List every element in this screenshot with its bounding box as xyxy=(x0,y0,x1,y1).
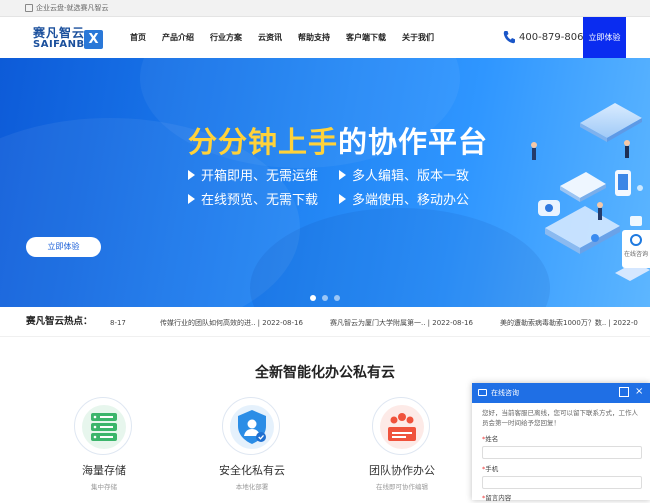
hot-news-item[interactable]: 传媒行业的团队如何高效的进.. | 2022-08-16 xyxy=(160,318,303,328)
header-try-button[interactable]: 立即体验 xyxy=(583,17,626,58)
nav-item-news[interactable]: 云资讯 xyxy=(250,17,290,58)
feature-text: 多端使用、移动办公 xyxy=(352,193,470,208)
consult-label: 在线咨询 xyxy=(623,251,648,258)
feature-card-title: 安全化私有云 xyxy=(219,464,285,477)
logo-mark: X xyxy=(84,30,103,49)
feature-item: 在线预览、无需下载 xyxy=(188,193,318,209)
hot-news-item[interactable]: 美的遭勒索病毒勒索1000万？数.. | 2022-0 xyxy=(500,318,638,328)
field-label-name: *姓名 xyxy=(482,435,498,444)
feature-item: 多人编辑、版本一致 xyxy=(339,169,469,185)
banner-try-button[interactable]: 立即体验 xyxy=(26,237,101,257)
feature-text: 多人编辑、版本一致 xyxy=(352,169,470,184)
feature-text: 在线预览、无需下载 xyxy=(201,193,319,208)
chat-widget: 在线咨询 × 您好，当前客服已离线，您可以留下联系方式，工作人员会第一时间给予您… xyxy=(472,383,650,503)
main-nav: 首页 产品介绍 行业方案 云资讯 帮助支持 客户端下载 关于我们 xyxy=(122,17,442,58)
section-title: 全新智能化办公私有云 xyxy=(255,365,395,381)
field-label-phone: *手机 xyxy=(482,465,498,474)
headline-rest: 的协作平台 xyxy=(338,125,489,159)
close-icon[interactable]: × xyxy=(635,385,643,399)
field-label-text: 手机 xyxy=(485,465,499,473)
hot-news-bar: 赛凡智云热点： 8-17 传媒行业的团队如何高效的进.. | 2022-08-1… xyxy=(0,307,650,337)
online-consult-float[interactable]: 在线咨询 xyxy=(622,230,650,268)
feature-text: 开箱即用、无需运维 xyxy=(201,169,319,184)
field-label-message: *留言内容 xyxy=(482,494,511,503)
slider-dots xyxy=(310,295,346,301)
chat-intro: 您好，当前客服已离线，您可以留下联系方式，工作人员会第一时间给予您回复！ xyxy=(482,409,638,427)
feature-card-subtitle: 本地化部署 xyxy=(235,483,269,491)
play-triangle-icon xyxy=(339,170,346,180)
team-icon xyxy=(380,405,424,449)
headset-icon xyxy=(630,234,642,246)
chat-icon xyxy=(478,389,487,396)
hot-news-label: 赛凡智云热点： xyxy=(26,316,93,327)
field-label-text: 姓名 xyxy=(485,435,499,443)
feature-item: 开箱即用、无需运维 xyxy=(188,169,318,185)
phone-number: 400-879-8066 xyxy=(519,32,590,43)
hero-banner: 分分钟上手的协作平台 开箱即用、无需运维 多人编辑、版本一致 在线预览、无需下载… xyxy=(0,58,650,307)
nav-item-support[interactable]: 帮助支持 xyxy=(290,17,338,58)
feature-item: 多端使用、移动办公 xyxy=(339,193,469,209)
nav-item-products[interactable]: 产品介绍 xyxy=(154,17,202,58)
headline-highlight: 分分钟上手 xyxy=(188,125,339,159)
hot-news-item[interactable]: 赛凡智云为厦门大学附属第一.. | 2022-08-16 xyxy=(330,318,473,328)
hot-news-item[interactable]: 8-17 xyxy=(110,318,126,328)
logo[interactable]: 赛凡智云 SAIFANBO X xyxy=(33,27,103,52)
folder-icon xyxy=(25,4,33,12)
field-label-text: 留言内容 xyxy=(485,494,512,502)
name-input[interactable] xyxy=(482,446,642,459)
team-icon xyxy=(372,397,430,455)
feature-card-title: 团队协作办公 xyxy=(369,464,435,477)
banner-headline: 分分钟上手的协作平台 xyxy=(188,125,488,159)
nav-item-home[interactable]: 首页 xyxy=(122,17,154,58)
server-icon xyxy=(82,405,126,449)
phone-icon xyxy=(503,31,515,44)
maximize-icon[interactable] xyxy=(619,387,629,397)
server-icon xyxy=(74,397,132,455)
feature-card-subtitle: 在线即可协作编辑 xyxy=(376,483,428,491)
feature-card-title: 海量存储 xyxy=(82,464,126,477)
nav-item-about[interactable]: 关于我们 xyxy=(394,17,442,58)
isometric-illustration xyxy=(531,103,650,281)
header: 赛凡智云 SAIFANBO X 首页 产品介绍 行业方案 云资讯 帮助支持 客户… xyxy=(0,17,650,58)
chat-title: 在线咨询 xyxy=(491,389,519,397)
top-bar: 企业云盘-就选赛凡智云 xyxy=(0,0,650,17)
slider-dot[interactable] xyxy=(322,295,328,301)
slider-dot[interactable] xyxy=(310,295,316,301)
shield-icon xyxy=(230,405,274,449)
chat-header: 在线咨询 × xyxy=(472,383,650,403)
play-triangle-icon xyxy=(339,194,346,204)
play-triangle-icon xyxy=(188,194,195,204)
play-triangle-icon xyxy=(188,170,195,180)
shield-icon xyxy=(222,397,280,455)
feature-card-subtitle: 集中存储 xyxy=(91,483,117,491)
nav-item-solutions[interactable]: 行业方案 xyxy=(202,17,250,58)
phone-input[interactable] xyxy=(482,476,642,489)
slider-dot[interactable] xyxy=(334,295,340,301)
top-bar-text: 企业云盘-就选赛凡智云 xyxy=(36,4,109,12)
nav-item-download[interactable]: 客户端下载 xyxy=(338,17,394,58)
